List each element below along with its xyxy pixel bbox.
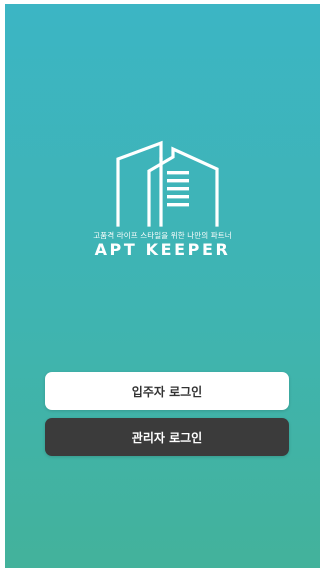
apartment-building-icon (116, 140, 219, 227)
brand-name: APT KEEPER (94, 240, 231, 259)
splash-screen: 고품격 라이프 스타일을 위한 나만의 파트너 APT KEEPER 입주자 로… (5, 4, 320, 568)
resident-login-button[interactable]: 입주자 로그인 (45, 372, 289, 410)
admin-login-button[interactable]: 관리자 로그인 (45, 418, 289, 456)
